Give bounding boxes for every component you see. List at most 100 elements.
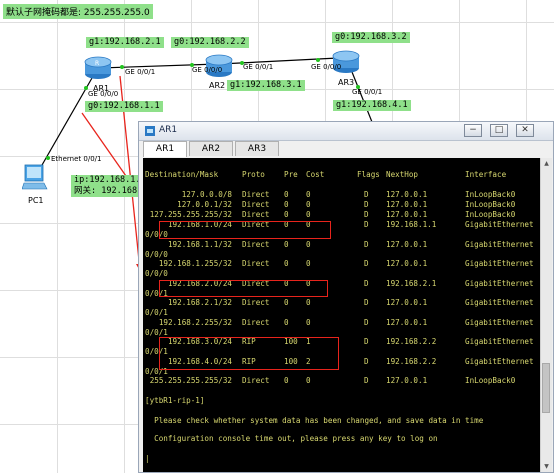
proto-cell: Direct bbox=[242, 239, 270, 249]
flags-cell: D bbox=[364, 376, 369, 385]
flags-cell: D bbox=[364, 278, 369, 288]
proto-cell: Direct bbox=[242, 190, 270, 199]
header-pre: Pre bbox=[284, 170, 298, 179]
ip-label-ar1-g0: g0:192.168.1.1 bbox=[85, 101, 163, 112]
port-label: GE 0/0/0 bbox=[88, 90, 119, 98]
cost-cell: 0 bbox=[306, 317, 311, 327]
dest-cell: 255.255.255.255/32 bbox=[149, 376, 232, 385]
router-ar1[interactable]: R bbox=[84, 54, 112, 83]
scroll-down-icon[interactable]: ▼ bbox=[541, 461, 552, 472]
ip-label-ar3-g1: g1:192.168.4.1 bbox=[333, 100, 411, 111]
dest-cell: 192.168.1.255/32 bbox=[158, 259, 232, 268]
maximize-button[interactable]: □ bbox=[490, 124, 508, 137]
nexthop-cell: 127.0.0.1 bbox=[386, 239, 428, 249]
flags-cell: D bbox=[364, 317, 369, 327]
dest-cell: 192.168.2.1/32 bbox=[167, 298, 232, 307]
route-row: 192.168.1.1/32 Direct 0 0 D 127.0.0.1 GigabitE… bbox=[143, 240, 543, 250]
interface-cell: InLoopBack0 bbox=[465, 190, 516, 199]
port-label: GE 0/0/1 bbox=[243, 63, 274, 71]
interface-cell: InLoopBack0 bbox=[465, 210, 516, 219]
terminal-window[interactable]: AR1 − □ ✕ AR1 AR2 AR3 Destination/Mask P… bbox=[138, 121, 554, 473]
device-name-pc1: PC1 bbox=[28, 196, 44, 205]
flags-cell: D bbox=[364, 337, 369, 346]
nexthop-cell: 192.168.2.2 bbox=[386, 356, 437, 366]
cost-cell: 0 bbox=[306, 190, 311, 199]
window-titlebar[interactable]: AR1 − □ ✕ bbox=[139, 122, 553, 141]
route-row: 192.168.1.255/32 Direct 0 0 D 127.0.0.1 Gigabi… bbox=[143, 259, 543, 269]
pre-cell: 0 bbox=[284, 317, 289, 327]
tab-ar3[interactable]: AR3 bbox=[235, 141, 279, 156]
tab-ar1[interactable]: AR1 bbox=[143, 141, 187, 157]
pc1-ip-label: ip:192.168.1.2 bbox=[71, 175, 149, 186]
port-label: GE 0/0/1 bbox=[125, 68, 156, 76]
console-message: Please check whether system data has bee… bbox=[145, 416, 484, 425]
proto-cell: Direct bbox=[242, 298, 270, 307]
highlight-box bbox=[159, 221, 331, 239]
cursor: | bbox=[145, 454, 150, 463]
port-dot bbox=[120, 65, 124, 69]
scroll-up-icon[interactable]: ▲ bbox=[541, 158, 552, 169]
port-dot bbox=[46, 156, 50, 160]
link-ar3-down[interactable] bbox=[351, 71, 373, 123]
interface-cell: GigabitEthernet bbox=[465, 239, 534, 249]
console-scrollbar[interactable]: ▲ ▼ bbox=[540, 158, 552, 472]
nexthop-cell: 127.0.0.1 bbox=[386, 376, 428, 385]
minimize-button[interactable]: − bbox=[464, 124, 482, 137]
highlight-box bbox=[159, 280, 328, 297]
cost-cell: 0 bbox=[306, 200, 311, 209]
console-message: Configuration console time out, please p… bbox=[145, 434, 438, 443]
flags-cell: D bbox=[364, 239, 369, 249]
nexthop-cell: 127.0.0.1 bbox=[386, 200, 428, 209]
cost-cell: 0 bbox=[306, 376, 311, 385]
header-destination: Destination/Mask bbox=[145, 170, 219, 179]
nexthop-cell: 192.168.1.1 bbox=[386, 220, 437, 229]
route-row: 192.168.2.1/32 Direct 0 0 D 127.0.0.1 GigabitE… bbox=[143, 298, 543, 308]
nexthop-cell: 192.168.2.1 bbox=[386, 278, 437, 288]
interface-suffix: 0/0/0 bbox=[145, 249, 168, 259]
port-label: GE 0/0/1 bbox=[352, 88, 383, 96]
pre-cell: 0 bbox=[284, 376, 289, 385]
console-output[interactable]: Destination/Mask Proto Pre Cost Flags Ne… bbox=[143, 158, 543, 472]
nexthop-cell: 127.0.0.1 bbox=[386, 210, 428, 219]
route-row: 127.255.255.255/32 Direct 0 0 D 127.0.0.1 InLo… bbox=[143, 210, 543, 220]
ip-label-ar2-g1: g1:192.168.3.1 bbox=[227, 80, 305, 91]
pre-cell: 0 bbox=[284, 298, 289, 307]
flags-cell: D bbox=[364, 200, 369, 209]
dest-cell: 127.0.0.0/8 bbox=[181, 190, 232, 199]
port-label: GE 0/0/0 bbox=[311, 63, 342, 71]
cost-cell: 0 bbox=[306, 239, 311, 249]
proto-cell: Direct bbox=[242, 259, 270, 268]
close-button[interactable]: ✕ bbox=[516, 124, 534, 137]
nexthop-cell: 127.0.0.1 bbox=[386, 190, 428, 199]
route-row: 127.0.0.1/32 Direct 0 0 D 127.0.0.1 InLoopBack… bbox=[143, 200, 543, 210]
proto-cell: Direct bbox=[242, 210, 270, 219]
port-dot bbox=[316, 58, 320, 62]
dest-cell: 127.0.0.1/32 bbox=[177, 200, 232, 209]
nexthop-cell: 127.0.0.1 bbox=[386, 298, 428, 307]
flags-cell: D bbox=[364, 298, 369, 307]
tab-ar2[interactable]: AR2 bbox=[189, 141, 233, 156]
scroll-thumb[interactable] bbox=[542, 363, 550, 413]
dest-cell: 127.255.255.255/32 bbox=[149, 210, 232, 219]
ip-label-ar1-g1: g1:192.168.2.1 bbox=[86, 37, 164, 48]
interface-cell: GigabitEthernet bbox=[465, 220, 534, 229]
interface-cell: GigabitEthernet bbox=[465, 278, 534, 288]
pc1[interactable] bbox=[21, 163, 48, 194]
interface-suffix: 0/0/0 bbox=[145, 269, 168, 278]
cost-cell: 0 bbox=[306, 298, 311, 307]
proto-cell: Direct bbox=[242, 376, 270, 385]
dest-cell: 192.168.1.1/32 bbox=[167, 239, 232, 249]
header-proto: Proto bbox=[242, 170, 265, 179]
proto-cell: Direct bbox=[242, 317, 270, 327]
route-row: 127.0.0.0/8 Direct 0 0 D 127.0.0.1 InLoopBack0 bbox=[143, 190, 543, 200]
interface-cell: GigabitEthernet bbox=[465, 298, 534, 307]
route-row: 192.168.2.255/32 Direct 0 0 D 127.0.0.1 Gigabi… bbox=[143, 318, 543, 328]
ip-label-ar2-g0: g0:192.168.2.2 bbox=[171, 37, 249, 48]
flags-cell: D bbox=[364, 259, 369, 268]
header-flags: Flags bbox=[357, 170, 380, 179]
flags-cell: D bbox=[364, 190, 369, 199]
port-label: Ethernet 0/0/1 bbox=[51, 155, 102, 163]
header-cost: Cost bbox=[306, 170, 325, 179]
interface-cell: GigabitEthernet bbox=[465, 356, 534, 366]
flags-cell: D bbox=[364, 210, 369, 219]
